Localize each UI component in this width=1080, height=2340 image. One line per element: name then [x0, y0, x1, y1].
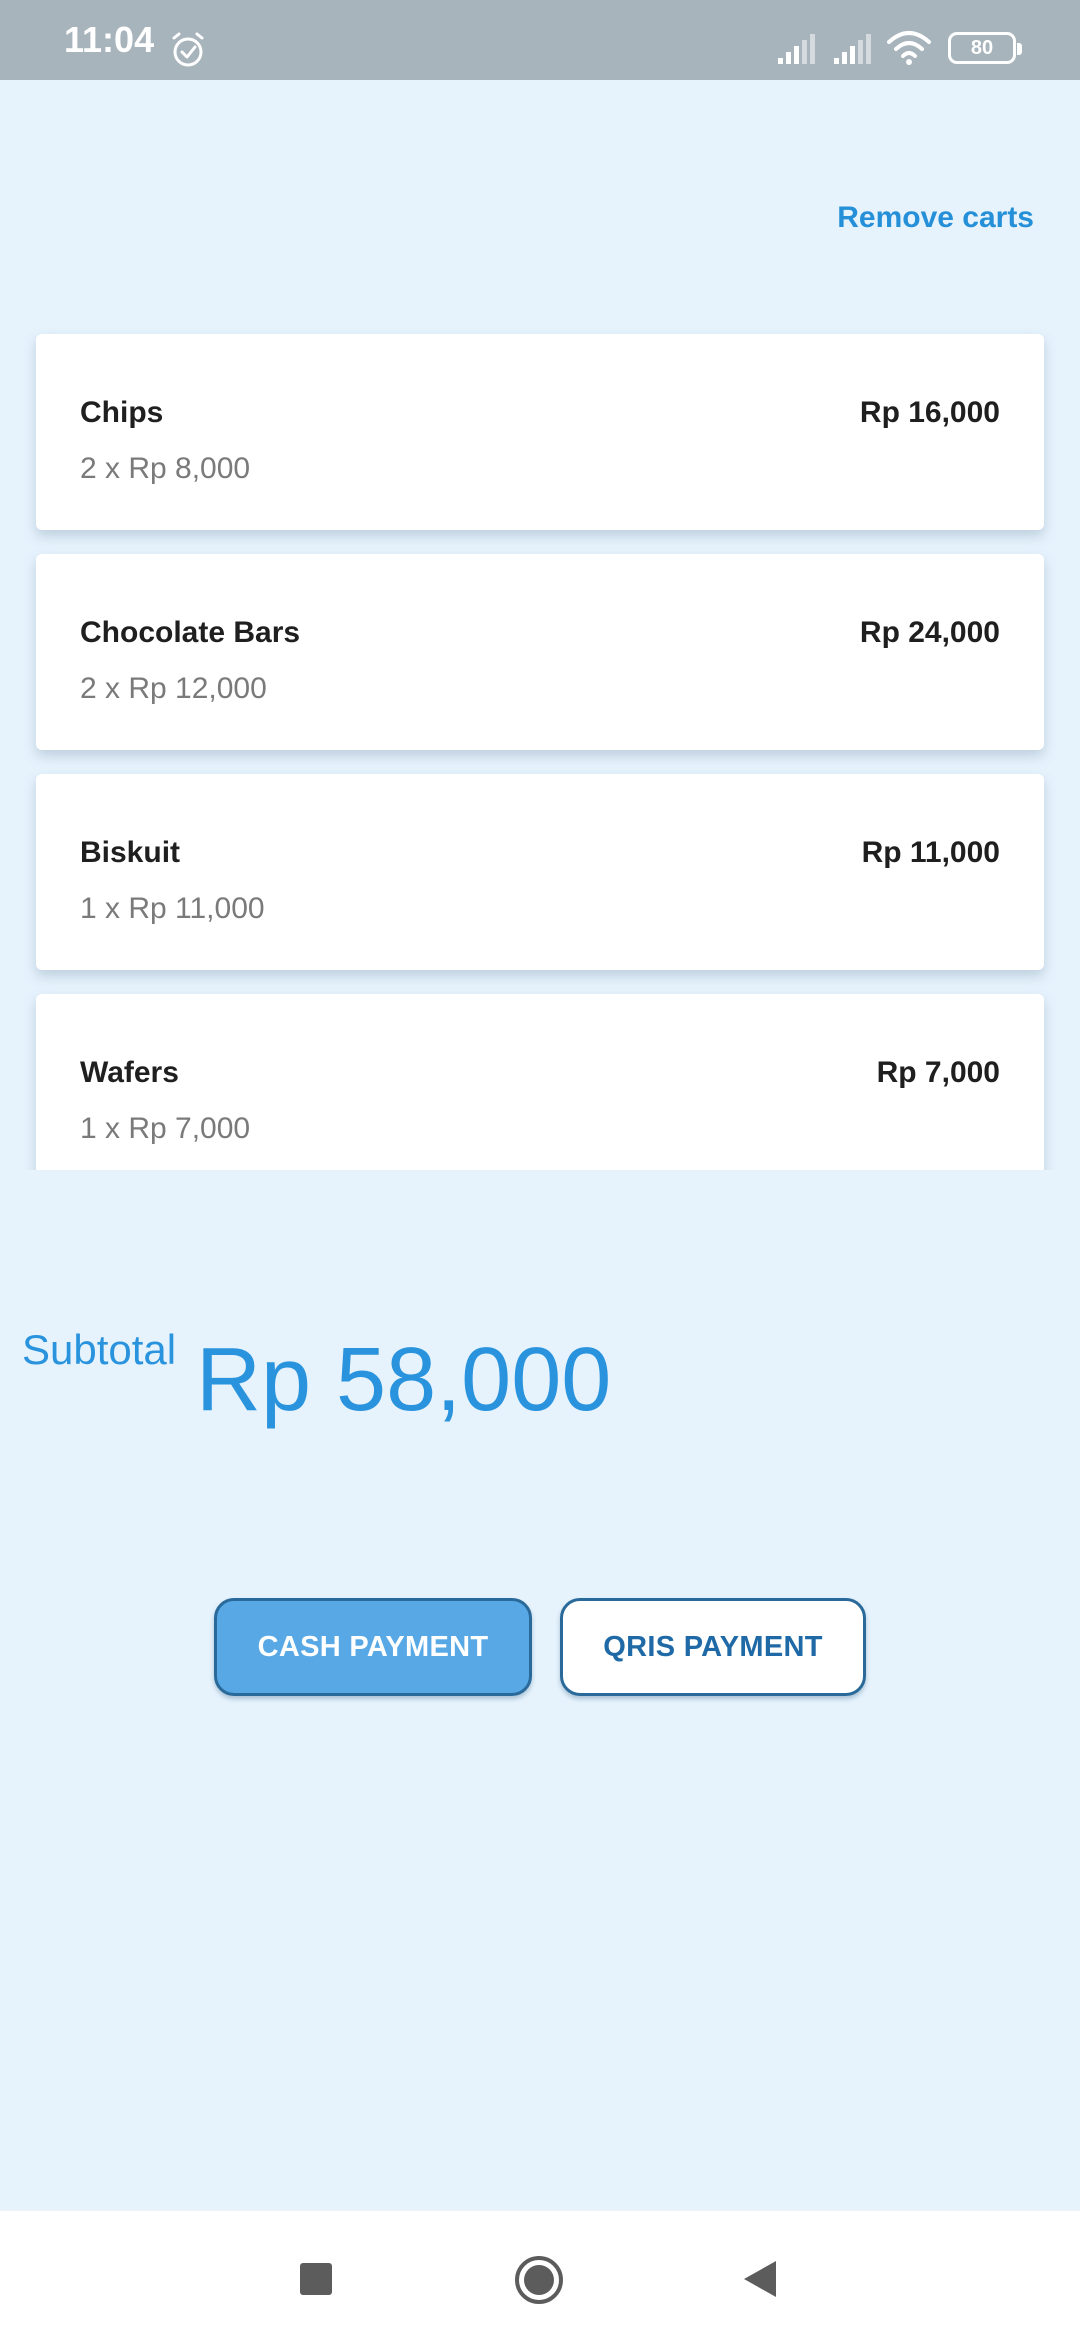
wifi-icon [887, 31, 931, 65]
cash-payment-button[interactable]: CASH PAYMENT [214, 1598, 532, 1696]
cart-item[interactable]: Wafers 1 x Rp 7,000 Rp 7,000 [36, 994, 1044, 1170]
item-name: Chips [80, 396, 164, 429]
item-quantity-price: 2 x Rp 8,000 [80, 452, 251, 485]
back-icon[interactable] [742, 2259, 778, 2299]
item-name: Wafers [80, 1056, 179, 1089]
item-total: Rp 24,000 [859, 616, 1000, 649]
status-time: 11:04 [64, 19, 155, 60]
battery-level: 80 [970, 36, 994, 59]
item-total: Rp 16,000 [859, 396, 1000, 429]
battery-icon: 80 [948, 32, 1022, 64]
home-icon[interactable] [514, 2255, 564, 2305]
alarm-icon [172, 32, 204, 67]
recent-apps-icon[interactable] [300, 2263, 332, 2295]
qris-payment-button[interactable]: QRIS PAYMENT [560, 1598, 866, 1696]
item-quantity-price: 2 x Rp 12,000 [80, 672, 267, 705]
item-name: Biskuit [80, 836, 181, 869]
item-total: Rp 11,000 [861, 836, 1000, 869]
subtotal-value: Rp 58,000 [196, 1330, 612, 1430]
cart-item[interactable]: Biskuit 1 x Rp 11,000 Rp 11,000 [36, 774, 1044, 970]
remove-carts-button[interactable]: Remove carts [837, 198, 1034, 238]
cart-item[interactable]: Chips 2 x Rp 8,000 Rp 16,000 [36, 334, 1044, 530]
subtotal-label: Subtotal [22, 1326, 177, 1373]
navigation-bar [0, 2210, 1080, 2340]
status-bar: 11:04 80 [0, 0, 1080, 80]
item-quantity-price: 1 x Rp 7,000 [80, 1112, 251, 1145]
cart-list[interactable]: Chips 2 x Rp 8,000 Rp 16,000 Chocolate B… [22, 316, 1058, 1170]
signal-icon [834, 34, 871, 64]
item-name: Chocolate Bars [80, 616, 301, 649]
signal-icon [778, 34, 815, 64]
cart-item[interactable]: Chocolate Bars 2 x Rp 12,000 Rp 24,000 [36, 554, 1044, 750]
item-total: Rp 7,000 [876, 1056, 1000, 1089]
item-quantity-price: 1 x Rp 11,000 [80, 892, 265, 925]
